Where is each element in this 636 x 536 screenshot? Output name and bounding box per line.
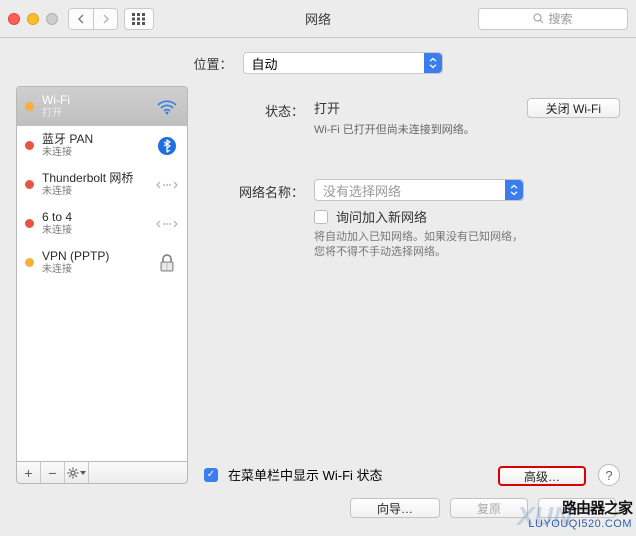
detail-pane: 状态： 打开 Wi-Fi 已打开但尚未连接到网络。 关闭 Wi-Fi 网络名称：…	[204, 86, 620, 484]
status-dot-icon	[25, 180, 34, 189]
service-status: 未连接	[42, 147, 147, 158]
ask-join-row: 询问加入新网络 将自动加入已知网络。如果没有已知网络，您将不得不手动选择网络。	[204, 207, 620, 261]
ask-join-label: 询问加入新网络	[336, 207, 427, 226]
lock-icon	[155, 253, 179, 273]
status-dot-icon	[25, 219, 34, 228]
show-all-button[interactable]	[124, 8, 154, 30]
service-name: VPN (PPTP)	[42, 250, 147, 263]
service-actions-button[interactable]	[65, 462, 89, 483]
checkbox-unchecked-icon	[314, 210, 328, 224]
list-footer-buttons: + −	[16, 462, 188, 484]
advanced-button[interactable]: 高级…	[498, 466, 586, 486]
ask-join-hint: 将自动加入已知网络。如果没有已知网络，您将不得不手动选择网络。	[314, 230, 524, 261]
menubar-status-checkbox[interactable]: ✓ 在菜单栏中显示 Wi-Fi 状态	[204, 465, 383, 484]
service-status: 未连接	[42, 225, 147, 236]
nav-button-group	[68, 8, 118, 30]
close-window-button[interactable]	[8, 13, 20, 25]
wifi-icon	[155, 97, 179, 117]
service-status: 未连接	[42, 186, 147, 197]
location-row: 位置： 自动	[0, 38, 636, 86]
assist-button[interactable]: 向导…	[350, 498, 440, 518]
traffic-lights	[8, 13, 58, 25]
help-button[interactable]: ?	[598, 464, 620, 486]
service-list: Wi-Fi 打开 蓝牙 PAN 未连接	[16, 86, 188, 462]
service-status: 未连接	[42, 264, 147, 275]
watermark-bg: XUN	[517, 501, 572, 532]
add-service-button[interactable]: +	[17, 462, 41, 483]
network-name-label: 网络名称：	[204, 179, 304, 201]
status-value: 打开	[314, 98, 507, 117]
service-item-bluetooth-pan[interactable]: 蓝牙 PAN 未连接	[17, 126, 187, 165]
status-label: 状态：	[204, 98, 304, 137]
watermark: XUN 路由器之家 LUYOUQI520.COM	[528, 497, 632, 530]
search-field[interactable]: 搜索	[478, 8, 628, 30]
network-name-select[interactable]: 没有选择网络	[314, 179, 524, 201]
location-value: 自动	[252, 54, 278, 73]
advanced-button-wrap: 高级…	[498, 466, 586, 486]
network-preferences-window: 网络 搜索 位置： 自动 Wi-Fi 打开	[0, 0, 636, 536]
service-name: Thunderbolt 网桥	[42, 172, 147, 185]
back-button[interactable]	[69, 9, 93, 29]
status-dot-icon	[25, 141, 34, 150]
sidebar: Wi-Fi 打开 蓝牙 PAN 未连接	[16, 86, 188, 484]
remove-service-button[interactable]: −	[41, 462, 65, 483]
ask-join-checkbox[interactable]: 询问加入新网络	[314, 207, 620, 226]
status-description: Wi-Fi 已打开但尚未连接到网络。	[314, 121, 507, 137]
service-item-6to4[interactable]: 6 to 4 未连接	[17, 204, 187, 243]
select-stepper-icon	[505, 180, 523, 200]
gear-icon	[67, 467, 79, 479]
location-select[interactable]: 自动	[243, 52, 443, 74]
menubar-status-label: 在菜单栏中显示 Wi-Fi 状态	[228, 465, 383, 484]
network-name-row: 网络名称： 没有选择网络	[204, 179, 620, 201]
toggle-wifi-button[interactable]: 关闭 Wi-Fi	[527, 98, 620, 118]
grid-icon	[132, 13, 146, 25]
search-placeholder: 搜索	[548, 10, 572, 27]
service-status: 打开	[42, 108, 147, 119]
service-name: Wi-Fi	[42, 94, 147, 107]
bridge-icon	[155, 175, 179, 195]
service-name: 蓝牙 PAN	[42, 133, 147, 146]
select-stepper-icon	[424, 53, 442, 73]
service-item-wifi[interactable]: Wi-Fi 打开	[17, 87, 187, 126]
service-name: 6 to 4	[42, 211, 147, 224]
location-label: 位置：	[193, 54, 232, 73]
status-dot-icon	[25, 258, 34, 267]
chevron-right-icon	[102, 14, 110, 24]
checkbox-checked-icon: ✓	[204, 468, 218, 482]
content-area: Wi-Fi 打开 蓝牙 PAN 未连接	[0, 86, 636, 484]
service-item-thunderbolt-bridge[interactable]: Thunderbolt 网桥 未连接	[17, 165, 187, 204]
chevron-left-icon	[77, 14, 85, 24]
chevron-down-icon	[80, 471, 86, 475]
bluetooth-icon	[155, 136, 179, 156]
titlebar: 网络 搜索	[0, 0, 636, 38]
window-title: 网络	[305, 9, 331, 28]
bridge-icon	[155, 214, 179, 234]
forward-button[interactable]	[93, 9, 117, 29]
zoom-window-button[interactable]	[46, 13, 58, 25]
service-item-vpn[interactable]: VPN (PPTP) 未连接	[17, 243, 187, 282]
status-row: 状态： 打开 Wi-Fi 已打开但尚未连接到网络。 关闭 Wi-Fi	[204, 98, 620, 137]
search-icon	[533, 13, 544, 24]
network-name-value: 没有选择网络	[323, 181, 401, 200]
status-dot-icon	[25, 102, 34, 111]
minimize-window-button[interactable]	[27, 13, 39, 25]
